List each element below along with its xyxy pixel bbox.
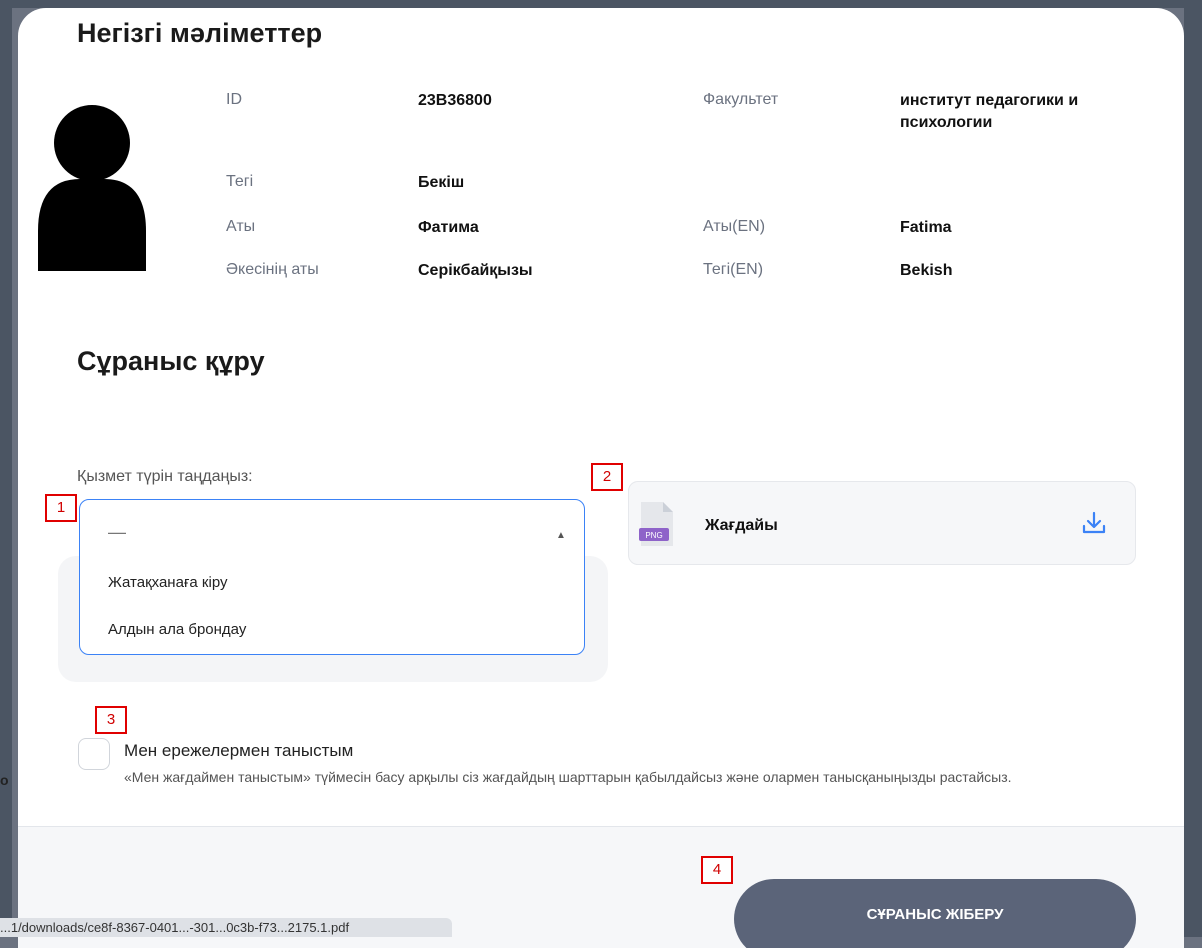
avatar-icon	[38, 105, 146, 271]
service-type-select[interactable]: — ▲ Жатақханаға кіру Алдын ала брондау	[79, 499, 585, 655]
field-label-surname-en: Тегі(EN)	[703, 261, 764, 278]
annotation-marker-4: 4	[701, 856, 733, 884]
field-label-faculty: Факультет	[703, 91, 779, 108]
file-card[interactable]: PNG Жағдайы	[628, 481, 1136, 565]
service-type-label: Қызмет түрін таңдаңыз:	[77, 468, 253, 485]
field-label-surname: Тегі	[226, 173, 254, 190]
annotation-marker-3: 3	[95, 706, 127, 734]
field-value-id: 23В36800	[418, 92, 492, 109]
field-label-name-en: Аты(EN)	[703, 218, 766, 235]
field-value-name-en: Fatima	[900, 219, 952, 236]
field-value-patronymic: Серікбайқызы	[418, 262, 533, 279]
backdrop-left	[0, 0, 12, 937]
backdrop	[0, 0, 1202, 8]
field-value-surname: Бекіш	[418, 174, 465, 191]
rules-checkbox-label: Мен ережелермен таныстым	[124, 741, 354, 760]
background-text: o	[0, 772, 9, 788]
option-prebooking[interactable]: Алдын ала брондау	[108, 621, 246, 638]
request-title: Сұраныс құру	[77, 346, 265, 376]
annotation-marker-2: 2	[591, 463, 623, 491]
info-title: Негізгі мәліметтер	[77, 18, 323, 48]
status-bar-url: ...1/downloads/ce8f-8367-0401...-301...0…	[0, 918, 452, 937]
submit-label: СҰРАНЫС ЖІБЕРУ	[866, 906, 1004, 923]
field-label-patronymic: Әкесінің аты	[226, 261, 319, 278]
file-badge: PNG	[645, 531, 662, 540]
field-value-name: Фатима	[418, 219, 479, 236]
option-dormitory[interactable]: Жатақханаға кіру	[108, 574, 228, 591]
select-current-value[interactable]: —	[108, 522, 126, 543]
field-label-id: ID	[226, 91, 242, 108]
rules-checkbox[interactable]	[78, 738, 110, 770]
field-value-faculty: институт педагогики и психологии	[900, 92, 1079, 131]
field-label-name: Аты	[226, 218, 256, 235]
annotation-marker-1: 1	[45, 494, 77, 522]
caret-up-icon[interactable]: ▲	[556, 530, 566, 541]
file-name: Жағдайы	[705, 517, 778, 534]
png-file-icon: PNG	[639, 502, 673, 546]
rules-description: «Мен жағдаймен таныстым» түймесін басу а…	[124, 769, 1012, 785]
submit-request-button[interactable]: СҰРАНЫС ЖІБЕРУ	[734, 879, 1136, 948]
field-value-surname-en: Bekish	[900, 262, 953, 279]
backdrop-right	[1184, 0, 1202, 937]
download-icon[interactable]	[1081, 510, 1107, 536]
